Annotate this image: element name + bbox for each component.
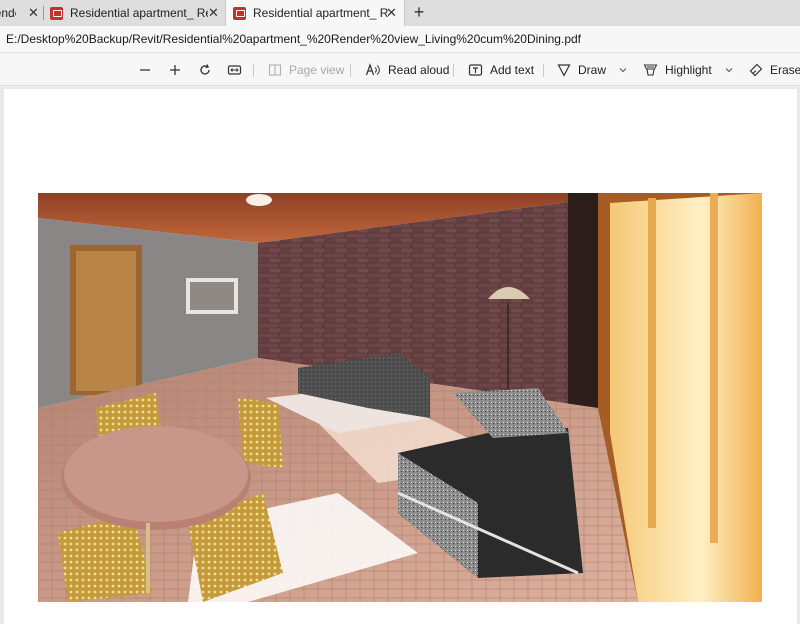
chevron-down-icon	[619, 68, 627, 73]
page-view-icon	[268, 64, 282, 76]
plus-icon	[170, 65, 180, 75]
page-view-label: Page view	[289, 63, 345, 77]
toolbar-separator	[453, 64, 454, 77]
close-icon[interactable]: ✕	[28, 5, 39, 21]
read-aloud-button[interactable]: Read aloud	[365, 54, 449, 86]
tab-render-view-1[interactable]: Render vi ✕	[0, 0, 40, 26]
draw-options-dropdown[interactable]	[618, 54, 628, 86]
highlight-label: Highlight	[665, 63, 712, 77]
tab-strip: Render vi ✕ Residential apartment_ Rende…	[0, 0, 800, 26]
eraser-icon	[749, 63, 763, 77]
highlight-button[interactable]: Highlight	[643, 54, 712, 86]
pdf-file-icon	[50, 6, 63, 20]
rotate-button[interactable]	[198, 54, 212, 86]
read-aloud-label: Read aloud	[388, 63, 450, 77]
tab-label: Render vi	[0, 6, 16, 20]
zoom-in-button[interactable]	[168, 54, 182, 86]
minus-icon	[140, 69, 150, 71]
draw-label: Draw	[578, 63, 607, 77]
pdf-file-icon	[233, 6, 246, 20]
close-icon[interactable]: ✕	[208, 5, 219, 21]
tab-render-view-2[interactable]: Residential apartment_ Render vi ✕	[50, 0, 224, 26]
draw-icon	[557, 64, 571, 77]
zoom-out-button[interactable]	[138, 54, 152, 86]
highlighter-icon	[643, 64, 658, 76]
new-tab-button[interactable]: +	[409, 2, 429, 22]
toolbar-separator	[543, 64, 544, 77]
erase-button[interactable]: Erase	[749, 54, 800, 86]
address-url[interactable]: E:/Desktop%20Backup/Revit/Residential%20…	[6, 32, 581, 46]
add-text-label: Add text	[490, 63, 535, 77]
erase-label: Erase	[770, 63, 800, 77]
draw-button[interactable]: Draw	[557, 54, 606, 86]
page-view-button[interactable]: Page view	[268, 54, 344, 86]
add-text-button[interactable]: Add text	[468, 54, 534, 86]
tab-separator	[43, 6, 44, 20]
rotate-icon	[200, 64, 210, 75]
toolbar-separator	[350, 64, 351, 77]
fit-to-width-button[interactable]	[227, 54, 242, 86]
tab-label: Residential apartment_ Render vi	[253, 6, 389, 20]
interior-render	[38, 193, 762, 602]
highlight-options-dropdown[interactable]	[724, 54, 734, 86]
tab-label: Residential apartment_ Render vi	[70, 6, 208, 20]
chevron-down-icon	[725, 68, 733, 73]
toolbar-separator	[253, 64, 254, 77]
render-image	[38, 193, 762, 602]
fit-to-width-icon	[227, 65, 242, 75]
tab-render-view-active[interactable]: Residential apartment_ Render vi ✕	[225, 0, 405, 26]
read-aloud-icon	[365, 63, 380, 76]
close-icon[interactable]: ✕	[386, 5, 397, 21]
add-text-icon	[468, 64, 483, 76]
pdf-toolbar: Page view Read aloud Add text Draw Highl…	[0, 54, 800, 86]
address-bar[interactable]: E:/Desktop%20Backup/Revit/Residential%20…	[0, 26, 800, 53]
